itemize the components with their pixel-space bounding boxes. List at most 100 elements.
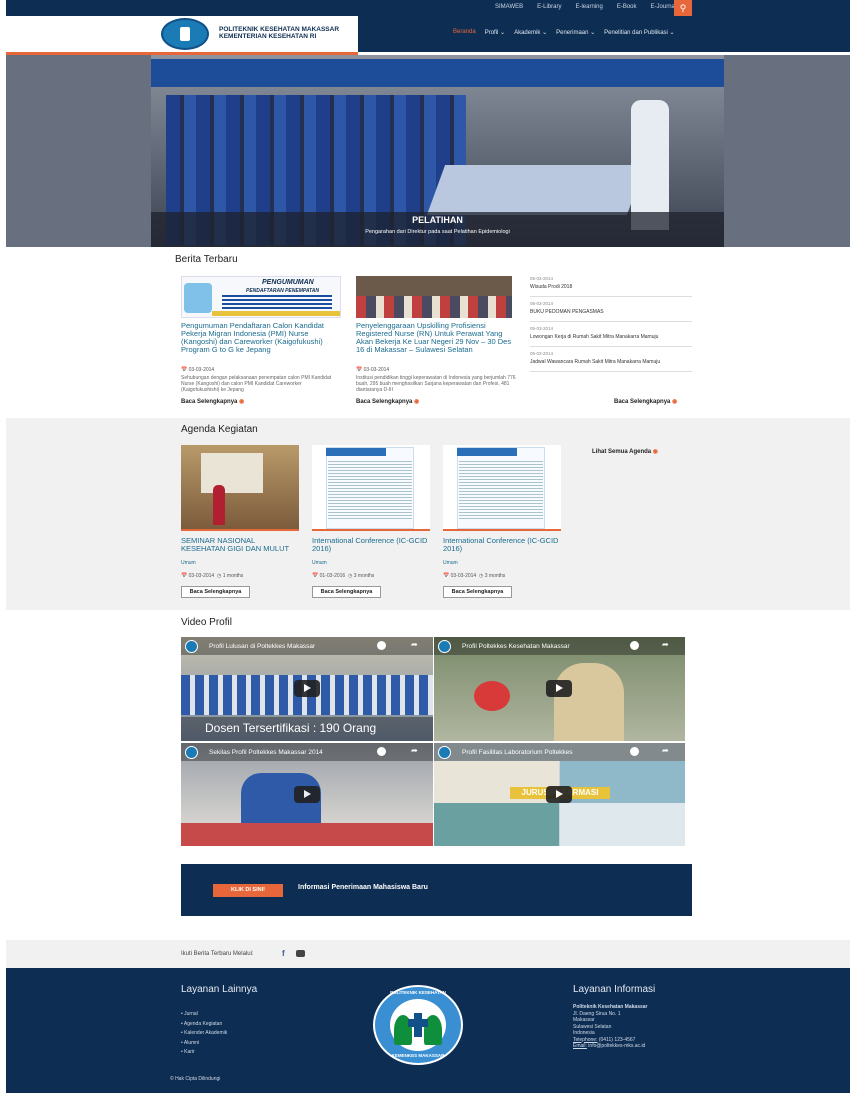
agenda-category-3[interactable]: Umum: [443, 560, 458, 566]
site-logo[interactable]: POLITEKNIK KESEHATAN MAKASSAR KEMENTERIA…: [6, 16, 358, 52]
news-sidebar-title[interactable]: Wisuda Prodi 2018: [530, 284, 692, 290]
footer-link[interactable]: • Agenda Kegiatan: [181, 1020, 227, 1030]
footer-link-agenda[interactable]: Agenda Kegiatan: [184, 1021, 222, 1027]
seal-bottom-text: KEMENKES MAKASSAR: [391, 1053, 445, 1058]
agenda-category-2[interactable]: Umum: [312, 560, 327, 566]
video-player-3[interactable]: Sekilas Profil Poltekkes Makassar 2014 ➦: [181, 743, 433, 846]
share-icon[interactable]: ➦: [662, 640, 669, 649]
watch-later-icon[interactable]: [377, 747, 386, 756]
news-sidebar-item[interactable]: 05-03-2014 Wisuda Prodi 2018: [530, 272, 692, 297]
news-date-2: 📅 03-03-2014: [356, 367, 390, 373]
footer-left-title: Layanan Lainnya: [181, 984, 258, 995]
logo-text: POLITEKNIK KESEHATAN MAKASSAR KEMENTERIA…: [219, 26, 339, 40]
play-button-icon[interactable]: [546, 786, 572, 803]
share-icon[interactable]: ➦: [411, 640, 418, 649]
watch-later-icon[interactable]: [630, 641, 639, 650]
agenda-readmore-button-2[interactable]: Baca Selengkapnya: [312, 586, 381, 598]
cta-click-button[interactable]: KLIK DI SINI!: [213, 884, 283, 897]
news-title-2[interactable]: Penyelenggaraan Upskilling Profisiensi R…: [356, 322, 521, 354]
agenda-meta-2: 📅 01-03-2016 ◷ 3 months: [312, 573, 375, 579]
footer-link-alumni[interactable]: Alumni: [184, 1040, 199, 1046]
nav-akademik[interactable]: Akademik ⌄: [514, 29, 547, 36]
agenda-image-2-lines: [328, 461, 412, 521]
agenda-readmore-button-3[interactable]: Baca Selengkapnya: [443, 586, 512, 598]
nav-penerimaan[interactable]: Penerimaan ⌄: [556, 29, 595, 36]
agenda-image-1-screen: [201, 453, 263, 493]
nav-beranda[interactable]: Beranda: [453, 29, 476, 36]
admission-cta-banner: KLIK DI SINI! Informasi Penerimaan Mahas…: [181, 864, 692, 916]
seal-inner: [390, 999, 446, 1051]
footer-email-label: Email:: [573, 1043, 587, 1049]
agenda-title-3[interactable]: International Conference (IC-GCID 2016): [443, 537, 561, 552]
footer-link-karir[interactable]: Karir: [184, 1049, 195, 1055]
play-button-icon[interactable]: [546, 680, 572, 697]
news-thumb-1-sub: PENDAFTARAN PENEMPATAN: [246, 288, 319, 294]
video-player-4[interactable]: JURUSAN FARMASI Profil Fasilitas Laborat…: [434, 743, 685, 846]
play-button-icon[interactable]: [294, 786, 320, 803]
news-sidebar-readmore[interactable]: Baca Selengkapnya ◉: [614, 398, 677, 405]
facebook-icon[interactable]: f: [282, 949, 285, 958]
video-4-title[interactable]: Profil Fasilitas Laboratorium Poltekkes: [462, 749, 573, 756]
footer-phone[interactable]: (0411) 123-4567: [599, 1037, 636, 1043]
news-sidebar-item[interactable]: 05-03-2014 Jadwal Wawancara Rumah Sakit M…: [530, 347, 692, 372]
agenda-readmore-button-1[interactable]: Baca Selengkapnya: [181, 586, 250, 598]
agenda-see-all[interactable]: Lihat Semua Agenda ◉: [592, 448, 658, 455]
footer-link[interactable]: • Karir: [181, 1048, 227, 1058]
hero-slider[interactable]: PELATIHAN Pengarahan dari Direktur pada …: [6, 55, 850, 247]
news-readmore-2[interactable]: Baca Selengkapnya ◉: [356, 398, 419, 405]
nav-penelitian[interactable]: Penelitian dan Publikasi ⌄: [604, 29, 674, 36]
agenda-title-1[interactable]: SEMINAR NASIONAL KESEHATAN GIGI DAN MULU…: [181, 537, 291, 552]
news-sidebar-item[interactable]: 05-03-2014 BUKU PEDOMAN PENGASMAS: [530, 297, 692, 322]
news-sidebar-item[interactable]: 05-03-2014 Lowongan Kerja di Rumah Sakit …: [530, 322, 692, 347]
agenda-image-1[interactable]: [181, 445, 299, 531]
footer-email[interactable]: info@poltekkes-mks.ac.id: [588, 1043, 645, 1049]
video-3-title[interactable]: Sekilas Profil Poltekkes Makassar 2014: [209, 749, 323, 756]
search-icon[interactable]: ⚲: [674, 0, 692, 16]
hero-caption: PELATIHAN Pengarahan dari Direktur pada …: [151, 212, 724, 247]
news-readmore-1[interactable]: Baca Selengkapnya ◉: [181, 398, 244, 405]
news-thumb-2[interactable]: [356, 276, 512, 318]
seal-cross-bar: [408, 1019, 428, 1027]
play-button-icon[interactable]: [294, 680, 320, 697]
toplink-elibrary[interactable]: E-Library: [537, 4, 561, 10]
video-1-title[interactable]: Profil Lulusan di Poltekkes Makassar: [209, 643, 315, 650]
nav-profil[interactable]: Profil ⌄: [485, 29, 505, 36]
agenda-title-2[interactable]: International Conference (IC-GCID 2016): [312, 537, 430, 552]
share-icon[interactable]: ➦: [662, 746, 669, 755]
toplink-ebook[interactable]: E-Book: [617, 4, 637, 10]
video-2-title[interactable]: Profil Poltekkes Kesehatan Makassar: [462, 643, 570, 650]
arrow-circle-icon: ◉: [672, 399, 678, 405]
news-title-1[interactable]: Pengumuman Pendaftaran Calon Kandidat Pe…: [181, 322, 346, 354]
seal-top-text: POLITEKNIK KESEHATAN: [390, 990, 446, 995]
video-player-2[interactable]: Profil Poltekkes Kesehatan Makassar ➦: [434, 637, 685, 741]
footer-link-jurnal[interactable]: Jurnal: [184, 1011, 198, 1017]
video-1-overlay-text: Dosen Tersertifikasi : 190 Orang: [205, 721, 377, 735]
news-sidebar-title[interactable]: BUKU PEDOMAN PENGASMAS: [530, 309, 692, 315]
footer-link[interactable]: • Kalender Akademik: [181, 1029, 227, 1039]
footer-link[interactable]: • Alumni: [181, 1039, 227, 1049]
channel-logo-icon: [438, 746, 451, 759]
news-sidebar-title[interactable]: Lowongan Kerja di Rumah Sakit Mitra Mana…: [530, 334, 692, 340]
footer-link-kalender[interactable]: Kalender Akademik: [184, 1030, 227, 1036]
agenda-meta-1: 📅 03-03-2014 ◷ 1 months: [181, 573, 244, 579]
news-thumb-1[interactable]: PENGUMUMAN PENDAFTARAN PENEMPATAN: [181, 276, 341, 318]
agenda-image-2[interactable]: [312, 445, 430, 531]
news-sidebar-title[interactable]: Jadwal Wawancara Rumah Sakit Mitra Manak…: [530, 359, 692, 365]
logo-line-2: KEMENTERIAN KESEHATAN RI: [219, 33, 317, 40]
toplink-ejournal[interactable]: E-Journal: [651, 4, 677, 10]
youtube-icon[interactable]: [296, 950, 305, 957]
watch-later-icon[interactable]: [630, 747, 639, 756]
share-icon[interactable]: ➦: [411, 746, 418, 755]
news-sidebar-date: 05-03-2014: [530, 326, 554, 331]
agenda-category-1[interactable]: Umum: [181, 560, 196, 566]
footer-link[interactable]: • Jurnal: [181, 1010, 227, 1020]
video-player-1[interactable]: Profil Lulusan di Poltekkes Makassar ➦ D…: [181, 637, 433, 741]
agenda-image-3[interactable]: [443, 445, 561, 531]
channel-logo-icon: [185, 640, 198, 653]
news-sidebar-date: 05-03-2014: [530, 351, 554, 356]
toplink-elearning[interactable]: E-learning: [575, 4, 602, 10]
hero-next-slide: [724, 55, 850, 247]
watch-later-icon[interactable]: [377, 641, 386, 650]
main-nav: Beranda Profil ⌄ Akademik ⌄ Penerimaan ⌄…: [453, 29, 675, 36]
toplink-simaweb[interactable]: SIMAWEB: [495, 4, 523, 10]
